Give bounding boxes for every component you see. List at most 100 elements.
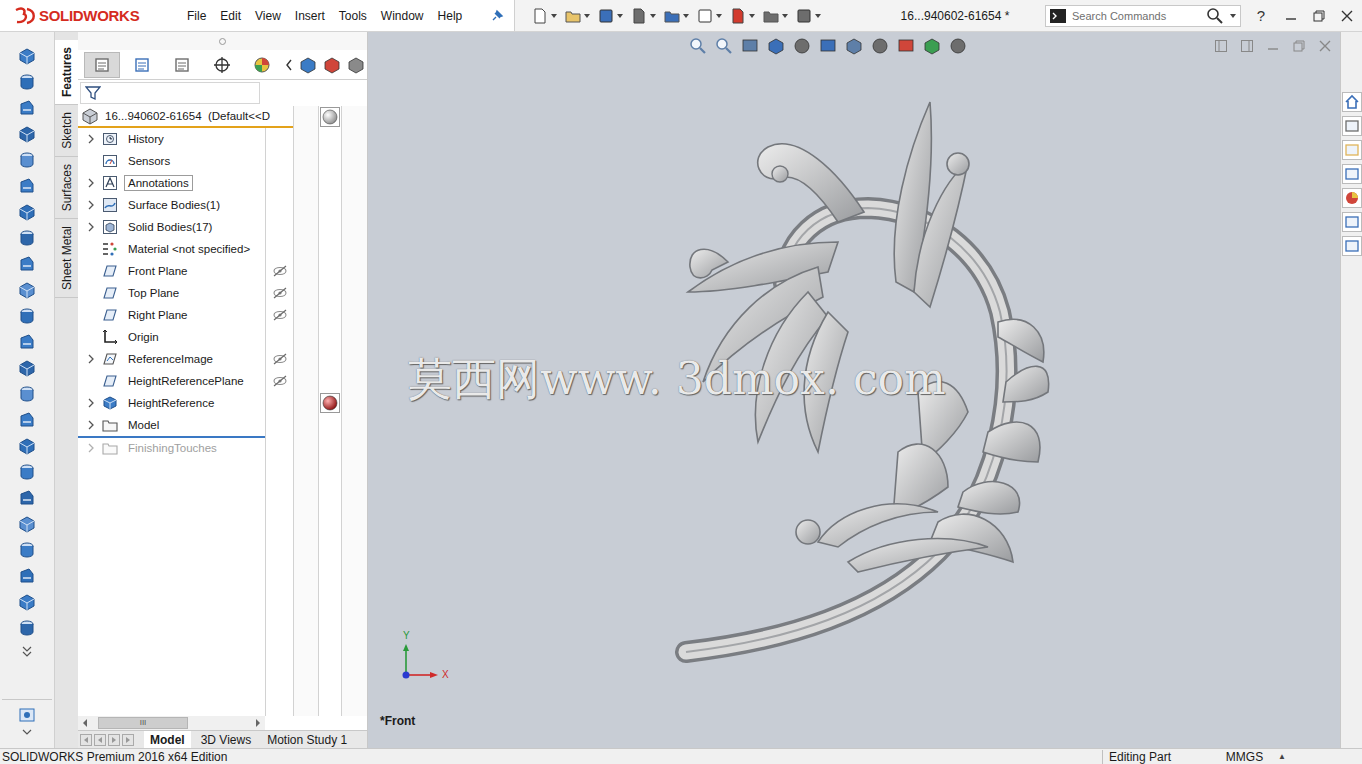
hidden-eye-icon[interactable] <box>272 264 288 278</box>
display-tab-icon[interactable] <box>346 55 366 75</box>
command-tab[interactable]: Surfaces <box>55 157 78 219</box>
tree-item[interactable]: History <box>78 128 367 150</box>
appearance-sphere-icon[interactable] <box>320 107 340 127</box>
dropdown-arrow-icon[interactable] <box>716 14 722 18</box>
task-pane-icon[interactable] <box>1342 116 1362 136</box>
manager-tab[interactable] <box>204 52 240 78</box>
feature-tool-icon[interactable] <box>17 358 37 378</box>
doc-close-icon[interactable] <box>1318 39 1332 53</box>
view-tool-icon[interactable] <box>922 36 942 56</box>
tab-nav-icon[interactable] <box>108 734 120 746</box>
scroll-thumb[interactable]: III <box>98 717 188 729</box>
tree-item[interactable]: Sensors <box>78 150 367 172</box>
doc-restore-icon[interactable] <box>1292 39 1306 53</box>
filter-field[interactable] <box>80 82 260 104</box>
hidden-eye-icon[interactable] <box>272 286 288 300</box>
tree-item[interactable]: Top Plane <box>78 282 367 304</box>
expand-arrow-icon[interactable] <box>87 200 95 210</box>
dropdown-arrow-icon[interactable] <box>1230 14 1236 18</box>
toolbar-button[interactable] <box>729 7 755 25</box>
expand-chevron-icon[interactable] <box>20 644 34 658</box>
view-tool-icon[interactable] <box>792 36 812 56</box>
feature-tool-icon[interactable] <box>17 72 37 92</box>
toolbar-button[interactable] <box>663 7 689 25</box>
expand-arrow-icon[interactable] <box>87 443 95 453</box>
tree-item[interactable]: HeightReferencePlane <box>78 370 367 392</box>
hidden-eye-icon[interactable] <box>272 374 288 388</box>
tree-item[interactable]: Surface Bodies(1) <box>78 194 367 216</box>
dropdown-arrow-icon[interactable] <box>815 14 821 18</box>
feature-tool-icon[interactable] <box>17 150 37 170</box>
hidden-eye-icon[interactable] <box>272 352 288 366</box>
feature-tool-icon[interactable] <box>17 462 37 482</box>
dropdown-arrow-icon[interactable] <box>584 14 590 18</box>
view-tool-icon[interactable] <box>688 36 708 56</box>
tree-root[interactable]: 16...940602-61654 (Default<<D <box>78 106 367 128</box>
dropdown-arrow-icon[interactable] <box>782 14 788 18</box>
tree-item[interactable]: Front Plane <box>78 260 367 282</box>
menu-item[interactable]: Tools <box>332 9 374 23</box>
tab-nav-icon[interactable] <box>94 734 106 746</box>
hidden-eye-icon[interactable] <box>272 308 288 322</box>
expand-arrow-icon[interactable] <box>87 398 95 408</box>
task-pane-icon[interactable] <box>1342 92 1362 112</box>
menu-item[interactable]: File <box>180 9 213 23</box>
manager-tab[interactable] <box>244 52 280 78</box>
split-right-icon[interactable] <box>1240 39 1254 53</box>
dropdown-arrow-icon[interactable] <box>749 14 755 18</box>
tree-item[interactable]: FinishingTouches <box>78 436 367 458</box>
split-left-icon[interactable] <box>1214 39 1228 53</box>
dropdown-arrow-icon[interactable] <box>650 14 656 18</box>
feature-tool-icon[interactable] <box>17 280 37 300</box>
display-tab-icon[interactable] <box>322 55 342 75</box>
graphics-area[interactable]: 莫西网www. 3dmox. com Y X *Front <box>368 32 1340 748</box>
menu-item[interactable]: Help <box>431 9 470 23</box>
appearance-sphere-icon[interactable] <box>320 393 340 413</box>
manager-tab[interactable] <box>124 52 160 78</box>
dropdown-arrow-icon[interactable] <box>617 14 623 18</box>
expand-arrow-icon[interactable] <box>87 420 95 430</box>
menu-item[interactable]: Window <box>374 9 431 23</box>
view-tool-icon[interactable] <box>740 36 760 56</box>
view-tool-icon[interactable] <box>896 36 916 56</box>
expand-arrow-icon[interactable] <box>87 222 95 232</box>
magnifier-icon[interactable] <box>1206 7 1224 25</box>
document-tab[interactable]: Motion Study 1 <box>261 731 353 748</box>
command-tab[interactable]: Sheet Metal <box>55 219 78 298</box>
units-selector[interactable]: MMGS <box>1217 750 1272 764</box>
tree-item[interactable]: Annotations <box>78 172 367 194</box>
dropdown-arrow-icon[interactable] <box>683 14 689 18</box>
manager-tab[interactable] <box>84 52 120 78</box>
feature-tool-icon[interactable] <box>17 514 37 534</box>
view-tool-icon[interactable] <box>714 36 734 56</box>
tree-item[interactable]: Model <box>78 414 367 436</box>
tree-item[interactable]: Material <not specified> <box>78 238 367 260</box>
manager-tab[interactable] <box>164 52 200 78</box>
scroll-left-icon[interactable] <box>80 717 90 729</box>
document-tab[interactable]: Model <box>144 731 191 748</box>
feature-tool-icon[interactable] <box>17 176 37 196</box>
toolbar-button[interactable] <box>762 7 788 25</box>
tab-nav-icon[interactable] <box>122 734 134 746</box>
feature-tool-icon[interactable] <box>17 618 37 638</box>
search-box[interactable]: Search Commands <box>1045 5 1241 27</box>
scroll-left-icon[interactable] <box>284 58 294 72</box>
task-pane-icon[interactable] <box>1342 236 1362 256</box>
view-tool-icon[interactable] <box>948 36 968 56</box>
view-tool-icon[interactable] <box>870 36 890 56</box>
units-toggle[interactable]: ▲ <box>1272 752 1292 761</box>
feature-tool-icon[interactable] <box>17 332 37 352</box>
tree-item[interactable]: Right Plane <box>78 304 367 326</box>
expand-arrow-icon[interactable] <box>87 134 95 144</box>
restore-icon[interactable] <box>1312 9 1326 23</box>
view-tool-icon[interactable] <box>818 36 838 56</box>
feature-tool-icon[interactable] <box>17 592 37 612</box>
menu-item[interactable]: View <box>248 9 288 23</box>
close-icon[interactable] <box>1340 9 1354 23</box>
toolbar-button[interactable] <box>630 7 656 25</box>
expand-arrow-icon[interactable] <box>87 354 95 364</box>
pin-icon[interactable] <box>490 9 504 23</box>
menu-item[interactable]: Insert <box>288 9 332 23</box>
task-pane-icon[interactable] <box>1342 188 1362 208</box>
feature-tool-icon[interactable] <box>17 566 37 586</box>
